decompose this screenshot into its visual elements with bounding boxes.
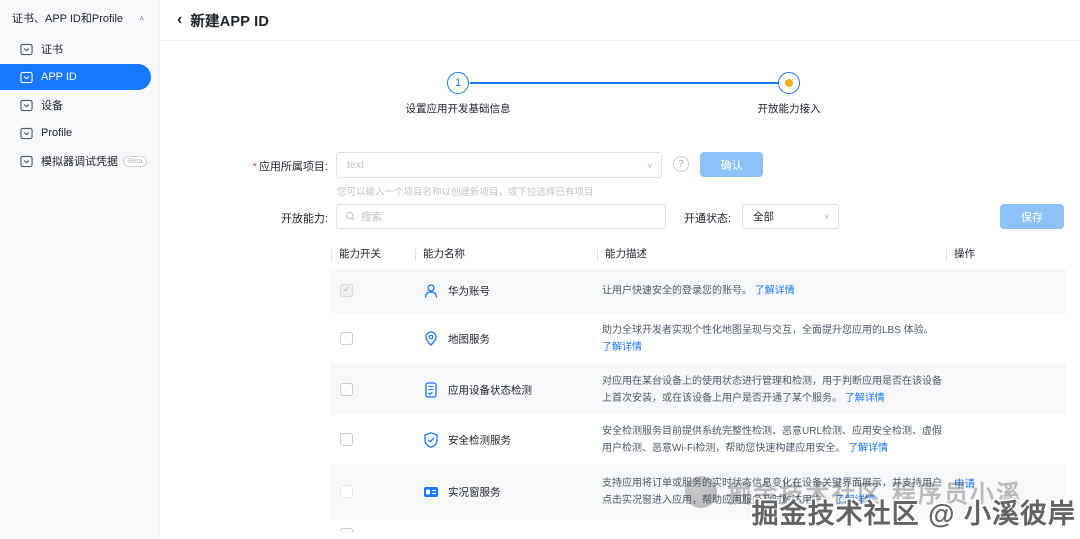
live-window-icon	[422, 483, 440, 501]
capability-checkbox[interactable]	[340, 332, 353, 345]
page-title: 新建APP ID	[190, 10, 269, 31]
sidebar-item-device[interactable]: 设备	[0, 92, 151, 118]
topbar: ‹ 新建APP ID	[160, 0, 1080, 41]
capability-checkbox[interactable]	[340, 433, 353, 446]
capability-name: 实况窗服务	[448, 485, 501, 500]
status-select-value: 全部	[753, 209, 774, 224]
status-filter-label: 开通状态:	[684, 210, 731, 226]
beta-badge: Beta	[123, 156, 147, 167]
search-icon	[345, 211, 356, 222]
capability-label: 开放能力:	[160, 210, 328, 226]
sidebar-group-title: 证书、APP ID和Profile	[12, 10, 123, 26]
step-2-circle	[778, 72, 800, 94]
sidebar-item-label: 设备	[41, 97, 63, 113]
sidebar-item-profile[interactable]: Profile	[0, 120, 151, 146]
apply-link[interactable]: 申请	[954, 476, 975, 491]
table-row: 地图服务 助力全球开发者实现个性化地图呈现与交互，全面提升您应用的LBS 体验。…	[330, 313, 1066, 364]
sidebar-item-label: APP ID	[41, 71, 77, 83]
project-select-value: text	[347, 159, 364, 171]
table-row: 应用设备状态检测 对应用在某台设备上的使用状态进行管理和检测，用于判断应用是否在…	[330, 364, 1066, 415]
column-header-action: 操作	[946, 248, 975, 261]
device-icon	[20, 99, 33, 112]
save-button[interactable]: 保存	[1000, 204, 1064, 229]
capability-checkbox[interactable]	[340, 284, 353, 297]
certificate-icon	[20, 43, 33, 56]
capability-name: 应用设备状态检测	[448, 382, 532, 397]
capability-description: 助力全球开发者实现个性化地图呈现与交互，全面提升您应用的LBS 体验。 了解详情	[602, 322, 946, 356]
capability-checkbox[interactable]	[340, 383, 353, 396]
capability-name: 地图服务	[448, 331, 490, 346]
column-header-description: 能力描述	[597, 248, 647, 261]
column-header-name: 能力名称	[415, 248, 465, 261]
step-1-number: 1	[455, 77, 461, 89]
chevron-down-icon: ∨	[823, 212, 830, 220]
confirm-button[interactable]: 确认	[700, 152, 763, 177]
chevron-down-icon: ∨	[646, 161, 653, 169]
capability-search[interactable]	[336, 204, 666, 229]
profile-icon	[20, 127, 33, 140]
capability-table: 能力开关 能力名称 能力描述 操作 华为账号 让用户快速安全的登录您的账号。 了…	[330, 242, 1066, 532]
sidebar-item-emulator-credentials[interactable]: 模拟器调试凭据 Beta	[0, 148, 151, 174]
sidebar-group-header[interactable]: 证书、APP ID和Profile ∧	[0, 0, 159, 34]
capability-name: 华为账号	[448, 284, 490, 299]
learn-more-link[interactable]: 了解详情	[602, 342, 642, 353]
chevron-up-icon[interactable]: ∧	[138, 14, 145, 23]
map-pin-icon	[422, 330, 440, 348]
sidebar-item-app-id[interactable]: APP ID	[0, 64, 151, 90]
sidebar-item-certificate[interactable]: 证书	[0, 36, 151, 62]
capability-name: 安全检测服务	[448, 432, 511, 447]
table-row: 实况窗服务 支持应用将订单或服务的实时状态信息变化在设备关键界面展示，并支持用户…	[330, 464, 1066, 520]
project-field-label: *应用所属项目:	[160, 158, 328, 174]
back-icon[interactable]: ‹	[177, 12, 182, 28]
learn-more-link[interactable]: 了解详情	[835, 495, 875, 506]
column-header-switch: 能力开关	[331, 248, 381, 261]
status-select[interactable]: 全部 ∨	[742, 204, 839, 229]
user-icon	[422, 282, 440, 300]
capability-description: 安全检测服务目前提供系统完整性检测、恶意URL检测、应用安全检测、虚假用户检测、…	[602, 423, 946, 457]
main-content: 1 设置应用开发基础信息 开放能力接入 *应用所属项目: text ∨ ? 确认…	[160, 41, 1080, 539]
sidebar-item-label: Profile	[41, 127, 72, 139]
sidebar: 证书、APP ID和Profile ∧ 证书 APP ID 设备 Profile…	[0, 0, 160, 539]
capability-description: 让用户快速安全的登录您的账号。 了解详情	[602, 283, 946, 300]
capability-description: 支持应用将订单或服务的实时状态信息变化在设备关键界面展示，并支持用户点击实况窗进…	[602, 475, 946, 509]
app-id-icon	[20, 71, 33, 84]
capability-description: 对应用在某台设备上的使用状态进行管理和检测，用于判断应用是否在该设备上首次安装，…	[602, 373, 946, 407]
help-icon[interactable]: ?	[673, 156, 689, 172]
step-2-current-dot	[785, 79, 793, 87]
table-row-partial	[330, 520, 1066, 532]
learn-more-link[interactable]: 了解详情	[848, 443, 888, 454]
stepper-connector	[470, 82, 778, 84]
sidebar-item-label: 证书	[41, 41, 63, 57]
step-1-circle: 1	[447, 72, 469, 94]
project-hint: 您可以输入一个项目名称以创建新项目，或下拉选择已有项目	[337, 184, 594, 198]
learn-more-link[interactable]: 了解详情	[755, 286, 795, 297]
sidebar-item-label: 模拟器调试凭据	[41, 153, 118, 169]
project-select[interactable]: text ∨	[336, 152, 662, 178]
learn-more-link[interactable]: 了解详情	[845, 393, 885, 404]
shield-check-icon	[422, 431, 440, 449]
step-2-label: 开放能力接入	[719, 101, 859, 116]
required-asterisk: *	[253, 161, 257, 173]
app-window: 证书、APP ID和Profile ∧ 证书 APP ID 设备 Profile…	[0, 0, 1080, 539]
table-header: 能力开关 能力名称 能力描述 操作	[330, 242, 1066, 269]
step-1-label: 设置应用开发基础信息	[388, 101, 528, 116]
table-row: 安全检测服务 安全检测服务目前提供系统完整性检测、恶意URL检测、应用安全检测、…	[330, 415, 1066, 464]
table-row: 华为账号 让用户快速安全的登录您的账号。 了解详情	[330, 269, 1066, 313]
credentials-icon	[20, 155, 33, 168]
device-status-icon	[422, 381, 440, 399]
capability-checkbox[interactable]	[340, 528, 353, 532]
search-input[interactable]	[361, 211, 657, 223]
capability-checkbox[interactable]	[340, 485, 353, 498]
